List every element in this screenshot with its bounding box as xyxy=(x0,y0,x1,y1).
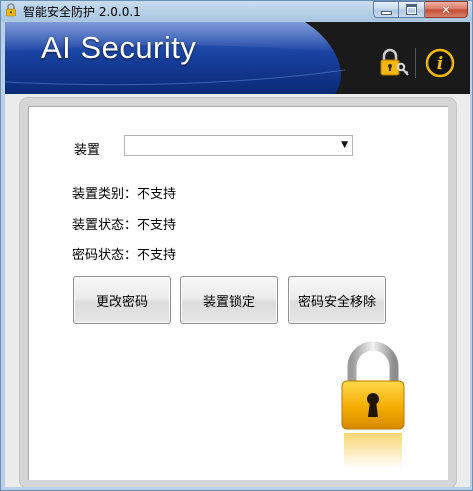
device-status-value: 不支持 xyxy=(137,218,177,233)
app-lock-icon xyxy=(6,3,16,17)
change-password-button[interactable]: 更改密码 xyxy=(73,276,171,324)
password-status-row: 密码状态：不支持 xyxy=(72,244,176,263)
device-type-row: 装置类别：不支持 xyxy=(72,183,176,202)
svg-text:i: i xyxy=(437,54,443,74)
minimize-button[interactable] xyxy=(373,1,399,18)
password-status-label: 密码状态： xyxy=(72,248,138,263)
device-label: 装置 xyxy=(74,143,101,158)
minimize-icon xyxy=(380,11,392,15)
lock-device-button[interactable]: 装置锁定 xyxy=(180,276,278,324)
device-select[interactable]: ▼ xyxy=(124,135,353,156)
device-type-label: 装置类别： xyxy=(72,187,138,202)
info-button[interactable]: i xyxy=(421,44,459,82)
main-panel: 装置 ▼ 装置类别：不支持 装置状态：不支持 密码状态：不支持 更改密码 装置锁… xyxy=(20,98,456,487)
chevron-down-icon: ▼ xyxy=(341,140,348,150)
password-status-value: 不支持 xyxy=(137,248,177,263)
caption-buttons: ✕ xyxy=(373,1,468,19)
maximize-icon xyxy=(406,4,417,15)
key-settings-button[interactable] xyxy=(374,44,412,82)
secure-remove-button[interactable]: 密码安全移除 xyxy=(288,276,386,324)
close-icon: ✕ xyxy=(440,2,452,17)
title-bar[interactable]: 智能安全防护 2.0.0.1 ✕ xyxy=(1,1,472,21)
banner: AI Security i xyxy=(5,22,470,94)
padlock-icon xyxy=(341,341,405,469)
close-button[interactable]: ✕ xyxy=(425,1,468,18)
lock-key-icon xyxy=(380,48,409,76)
banner-divider xyxy=(415,48,416,78)
client-area: AI Security i 装置 ▼ 装置类别：不支持 装置状态：不支持 密码状… xyxy=(5,22,470,487)
device-type-value: 不支持 xyxy=(137,187,177,202)
info-icon: i xyxy=(425,48,455,78)
window-title: 智能安全防护 2.0.0.1 xyxy=(23,5,141,19)
device-status-label: 装置状态： xyxy=(72,218,138,233)
banner-title: AI Security xyxy=(41,30,197,65)
maximize-button[interactable] xyxy=(399,1,425,18)
device-status-row: 装置状态：不支持 xyxy=(72,214,176,233)
app-window: 智能安全防护 2.0.0.1 ✕ AI Security i 装置 ▼ 装置类别… xyxy=(0,0,473,491)
